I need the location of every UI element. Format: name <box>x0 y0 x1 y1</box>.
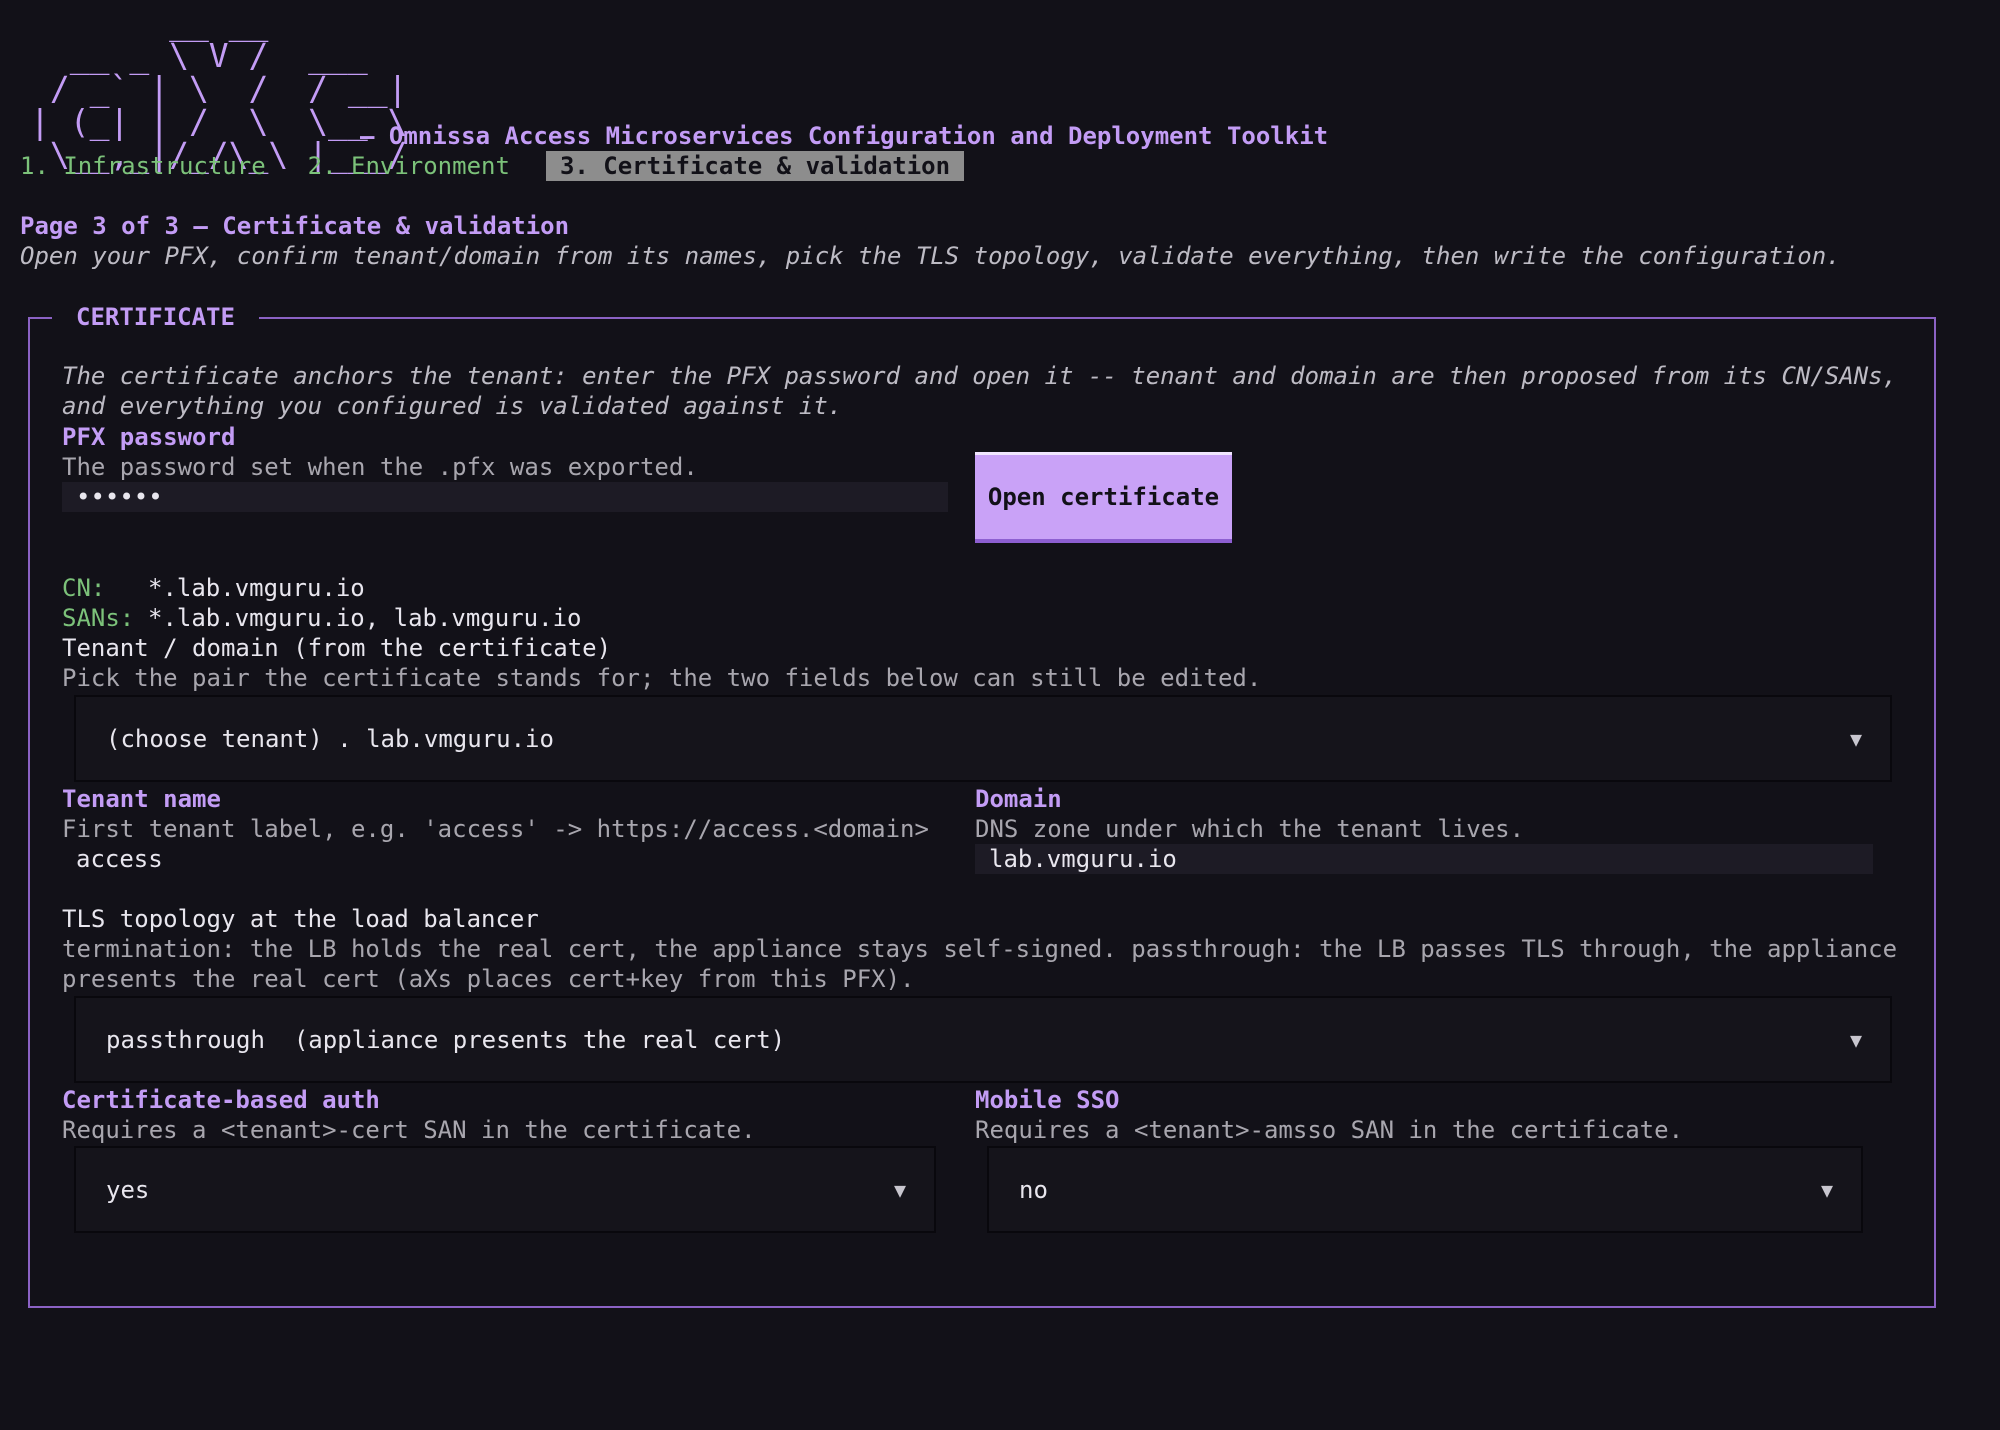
page-subtitle: Open your PFX, confirm tenant/domain fro… <box>20 242 1841 270</box>
chevron-down-icon: ▼ <box>893 1177 906 1202</box>
cn-value: *.lab.vmguru.io <box>148 574 365 602</box>
mobile-sso-label: Mobile SSO <box>975 1086 1120 1114</box>
tenant-domain-help: Pick the pair the certificate stands for… <box>62 664 1262 692</box>
chevron-down-icon: ▼ <box>1849 726 1862 751</box>
tenant-name-input[interactable]: access <box>76 844 163 874</box>
certificate-section-title: CERTIFICATE <box>52 302 259 332</box>
mobile-sso-selected: no <box>1019 1175 1048 1204</box>
tab-environment[interactable]: 2. Environment <box>308 151 510 181</box>
cert-auth-help: Requires a <tenant>-cert SAN in the cert… <box>62 1116 756 1144</box>
tab-certificate-validation[interactable]: 3. Certificate & validation <box>545 151 965 181</box>
pfx-password-help: The password set when the .pfx was expor… <box>62 453 698 481</box>
page-title: Page 3 of 3 – Certificate & validation <box>20 212 570 240</box>
tenant-name-help: First tenant label, e.g. 'access' -> htt… <box>62 815 929 843</box>
tls-topology-selected: passthrough (appliance presents the real… <box>106 1025 786 1054</box>
axs-logo: __ __ __ _ \ V / ___ / _` | \ / / __| | … <box>30 3 408 174</box>
chevron-down-icon: ▼ <box>1820 1177 1833 1202</box>
tenant-domain-select[interactable]: (choose tenant) . lab.vmguru.io ▼ <box>74 695 1892 782</box>
cert-auth-selected: yes <box>106 1175 150 1204</box>
domain-help: DNS zone under which the tenant lives. <box>975 815 1525 843</box>
tenant-domain-selected: (choose tenant) . lab.vmguru.io <box>106 724 554 753</box>
tls-topology-help: termination: the LB holds the real cert,… <box>62 935 1898 993</box>
cn-label: CN: <box>62 574 106 602</box>
tenant-domain-label: Tenant / domain (from the certificate) <box>62 634 612 662</box>
domain-label: Domain <box>975 785 1062 813</box>
domain-input[interactable]: lab.vmguru.io <box>975 844 1873 874</box>
tab-infrastructure[interactable]: 1. Infrastructure <box>20 151 266 181</box>
certificate-intro: The certificate anchors the tenant: ente… <box>62 362 1898 420</box>
mobile-sso-select[interactable]: no ▼ <box>987 1146 1863 1233</box>
tls-topology-select[interactable]: passthrough (appliance presents the real… <box>74 996 1892 1083</box>
pfx-password-label: PFX password <box>62 423 236 451</box>
toolkit-title: – Omnissa Access Microservices Configura… <box>360 122 1329 150</box>
mobile-sso-help: Requires a <tenant>-amsso SAN in the cer… <box>975 1116 1684 1144</box>
tls-topology-label: TLS topology at the load balancer <box>62 905 539 933</box>
wizard-tabs: 1. Infrastructure 2. Environment 3. Cert… <box>20 151 1006 181</box>
cert-auth-label: Certificate-based auth <box>62 1086 380 1114</box>
pfx-password-input[interactable]: •••••• <box>62 482 948 512</box>
sans-label: SANs: <box>62 604 135 632</box>
cert-auth-select[interactable]: yes ▼ <box>74 1146 936 1233</box>
open-certificate-button[interactable]: Open certificate <box>975 452 1232 543</box>
tenant-name-label: Tenant name <box>62 785 221 813</box>
chevron-down-icon: ▼ <box>1849 1027 1862 1052</box>
sans-value: *.lab.vmguru.io, lab.vmguru.io <box>148 604 582 632</box>
